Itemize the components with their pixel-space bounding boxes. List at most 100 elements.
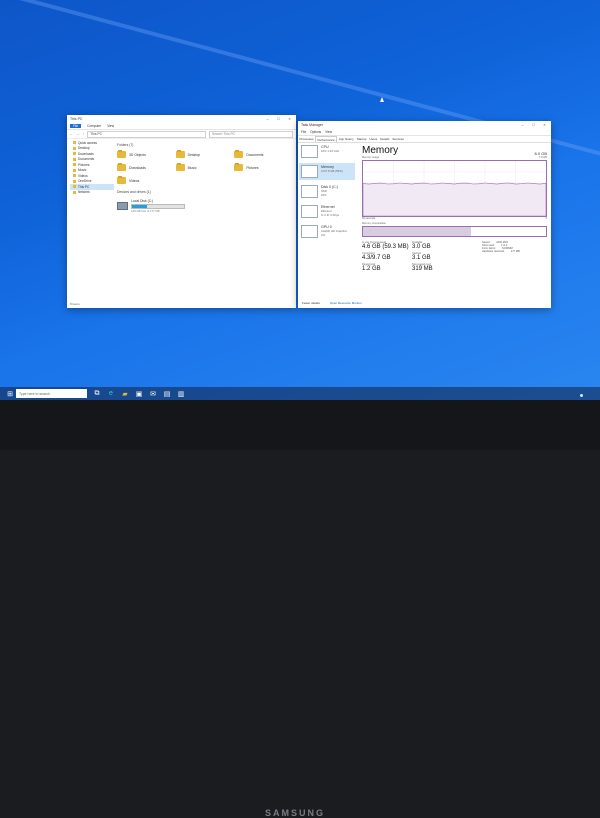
tm-titlebar[interactable]: Task Manager – □ × — [298, 121, 551, 129]
fe-content: Folders (7) 3D Objects Desktop Documents Do… — [117, 140, 293, 213]
folder-label: 3D Objects — [129, 152, 146, 157]
nav-icon — [73, 146, 76, 150]
tab-services[interactable]: Services — [391, 136, 406, 142]
forward-arrow-icon[interactable]: → — [76, 132, 79, 136]
hardware-row: Hardware reserved: 177 MB — [482, 250, 520, 253]
time-label: 60 seconds — [362, 217, 376, 220]
address-bar[interactable]: This PC — [87, 130, 206, 138]
perf-item-sub: Ethernet S: 0 R: 0 Kbps — [321, 209, 340, 217]
photos-icon[interactable]: ▤ — [163, 390, 171, 398]
maximize-icon[interactable]: □ — [530, 122, 537, 128]
ribbon-view[interactable]: View — [107, 124, 114, 128]
nav-label: Pictures — [78, 162, 90, 167]
maximize-icon[interactable]: □ — [275, 116, 282, 122]
desktop[interactable]: This PC – □ × File Computer View ← → ↑ T… — [0, 0, 600, 400]
perf-item-sub: 10% 1.43 GHz — [321, 149, 340, 153]
perf-thumbnail — [301, 145, 318, 158]
perf-item[interactable]: GPU 0 Intel(R) HD Graphics 2% — [299, 223, 355, 240]
menu-options[interactable]: Options — [310, 130, 321, 134]
nav-icon — [73, 157, 76, 161]
folder-label: Downloads — [129, 165, 146, 170]
devices-header[interactable]: Devices and drives (1) — [117, 190, 293, 194]
back-arrow-icon[interactable]: ← — [70, 132, 73, 136]
ribbon-file[interactable]: File — [70, 124, 82, 128]
folder-item[interactable]: Videos — [117, 176, 176, 184]
nav-label: This PC — [78, 184, 90, 189]
menu-file[interactable]: File — [301, 130, 306, 134]
usage-label: Memory usage — [362, 156, 380, 159]
close-icon[interactable]: × — [286, 116, 293, 122]
task-manager-icon[interactable]: ▥ — [177, 390, 185, 398]
folder-item[interactable]: Music — [175, 163, 235, 171]
hw-key: Hardware reserved: — [482, 250, 505, 253]
start-icon[interactable]: ⊞ — [6, 390, 14, 398]
folder-label: Pictures — [246, 165, 259, 170]
folder-item[interactable]: 3D Objects — [117, 150, 176, 158]
monitor-bezel: SAMSUNG — [0, 400, 600, 818]
perf-sidebar: CPU 10% 1.43 GHz Memory 4.6/7.8 GB (59%) Dis… — [299, 143, 355, 243]
folder-label: Desktop — [187, 152, 201, 157]
drive-name: Local Disk (C:) — [131, 199, 154, 203]
folder-item[interactable]: Pictures — [234, 163, 293, 171]
store-icon[interactable]: ▣ — [135, 390, 143, 398]
fe-ribbon: File Computer View — [67, 123, 296, 130]
task-view-icon[interactable]: ⧉ — [93, 390, 101, 398]
menu-view[interactable]: View — [325, 130, 332, 134]
taskbar-search[interactable]: Type here to search — [16, 389, 87, 398]
folder-item[interactable]: Desktop — [175, 150, 235, 158]
search-input[interactable]: Search This PC — [209, 130, 293, 138]
edge-icon[interactable]: e — [107, 390, 115, 398]
folder-item[interactable]: Downloads — [117, 163, 176, 171]
ribbon-computer[interactable]: Computer — [87, 124, 101, 128]
file-explorer-icon[interactable]: ▰ — [121, 390, 129, 398]
drive-c[interactable]: Local Disk (C:) 125 GB free of 177 GB — [117, 199, 293, 213]
file-explorer-window[interactable]: This PC – □ × File Computer View ← → ↑ T… — [67, 115, 296, 308]
folders-header[interactable]: Folders (7) — [117, 143, 293, 147]
tab-users[interactable]: Users — [368, 136, 379, 142]
perf-item[interactable]: Memory 4.6/7.8 GB (59%) — [299, 163, 355, 180]
minimize-icon[interactable]: – — [264, 116, 271, 122]
perf-item[interactable]: Disk 0 (C:) SSD 10% — [299, 183, 355, 200]
folder-icon — [234, 150, 244, 158]
nav-item[interactable]: Network — [70, 190, 114, 196]
tab-performance[interactable]: Performance — [315, 136, 338, 142]
stat-value: 3.1 GB — [412, 255, 431, 261]
power-led — [580, 394, 583, 397]
mail-icon[interactable]: ✉ — [149, 390, 157, 398]
perf-item[interactable]: Ethernet Ethernet S: 0 R: 0 Kbps — [299, 203, 355, 220]
tab-startup[interactable]: Startup — [355, 136, 368, 142]
tab-details[interactable]: Details — [379, 136, 391, 142]
folder-label: Music — [187, 165, 197, 170]
folder-icon — [175, 163, 185, 171]
fewer-details-link[interactable]: Fewer details — [302, 301, 320, 305]
hardware-info: Speed: 2400 MHz Slots used: 1 of 2 Form fact… — [482, 241, 520, 272]
hard-drive-icon — [117, 202, 128, 210]
hw-value: 177 MB — [510, 250, 520, 253]
tm-title: Task Manager — [301, 123, 323, 127]
close-icon[interactable]: × — [541, 122, 548, 128]
nav-label: Desktop — [78, 146, 90, 151]
nav-label: Music — [78, 168, 87, 173]
up-arrow-icon[interactable]: ↑ — [83, 132, 85, 136]
memory-stat: Committed 4.3/9.7 GB — [362, 252, 412, 261]
perf-thumbnail — [301, 225, 318, 238]
tab-processes[interactable]: Processes — [298, 136, 315, 142]
memory-usage-graph — [362, 160, 547, 217]
perf-item[interactable]: CPU 10% 1.43 GHz — [299, 143, 355, 160]
memory-stat: Non-paged pool 319 MB — [412, 263, 442, 272]
panel-title: Memory — [362, 145, 399, 156]
folder-item[interactable]: Documents — [234, 150, 293, 158]
fe-address-row: ← → ↑ This PC Search This PC — [67, 130, 296, 139]
tab-app-history[interactable]: App history — [337, 136, 355, 142]
memory-stat: Available 3.0 GB — [412, 241, 442, 250]
fe-titlebar[interactable]: This PC – □ × — [67, 115, 296, 123]
task-manager-window[interactable]: Task Manager – □ × File Options View Pro… — [298, 121, 551, 308]
resource-monitor-link[interactable]: Open Resource Monitor — [330, 301, 362, 305]
nav-label: Documents — [78, 157, 95, 162]
perf-item-sub: 4.6/7.8 GB (59%) — [321, 169, 343, 173]
folder-icon — [117, 163, 126, 171]
folder-label: Documents — [246, 152, 264, 157]
nav-icon — [73, 168, 76, 172]
memory-usage-svg — [363, 161, 546, 216]
minimize-icon[interactable]: – — [519, 122, 526, 128]
